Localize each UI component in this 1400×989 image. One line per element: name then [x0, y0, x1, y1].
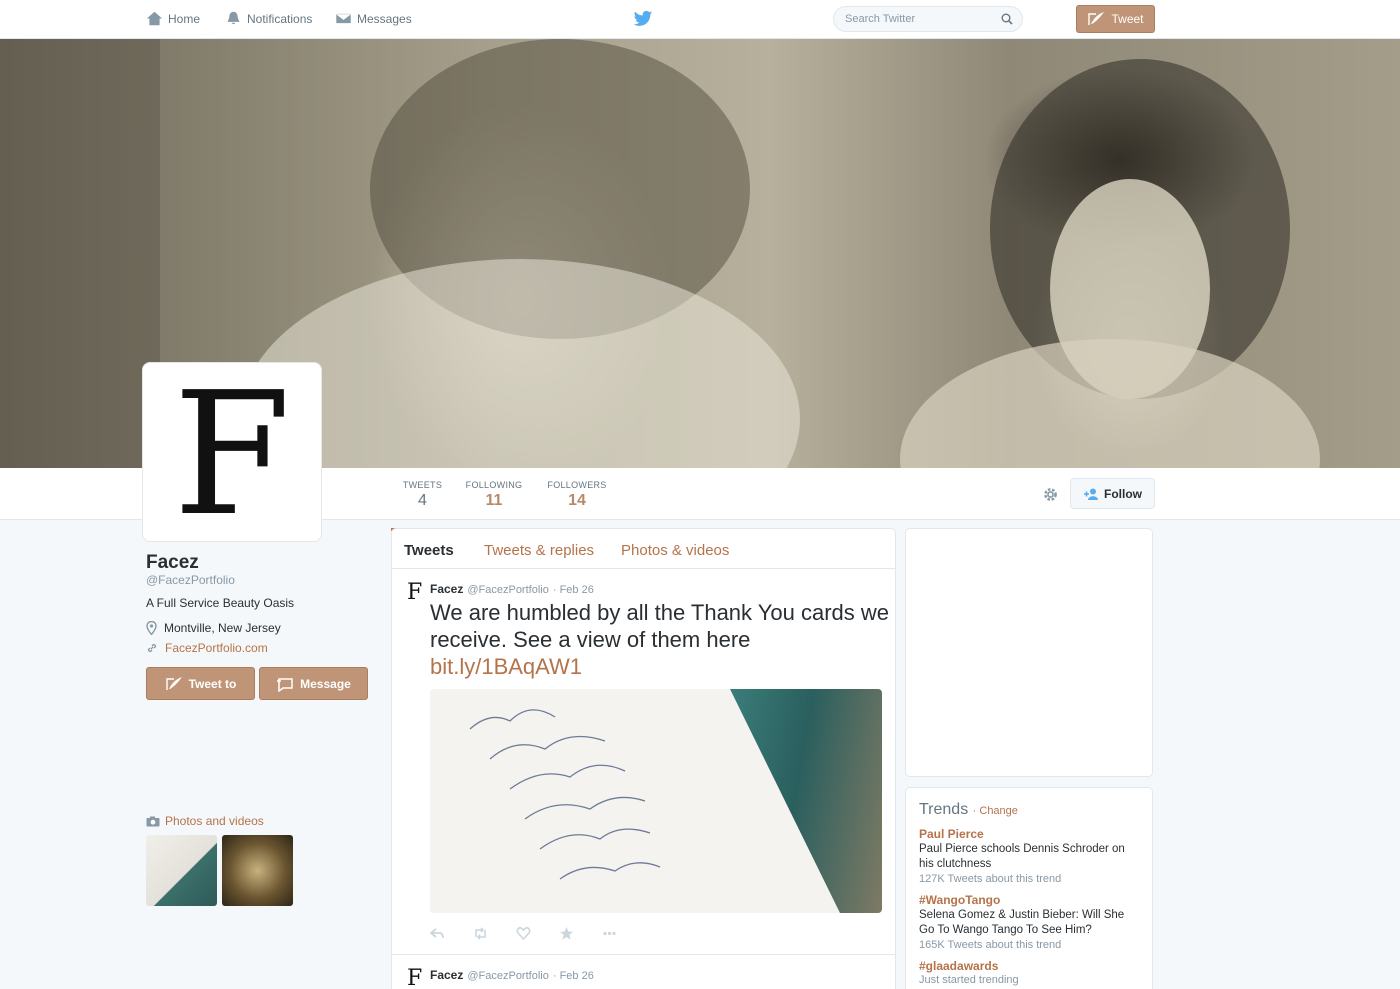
quill-icon [165, 676, 182, 690]
stat-tweets-label: TWEETS [402, 480, 443, 490]
avatar-letter: F [173, 356, 291, 554]
trend-description: Selena Gomez & Justin Bieber: Will She G… [919, 909, 1125, 936]
trend-item[interactable]: #WangoTango Selena Gomez & Justin Bieber… [919, 893, 1139, 951]
bell-icon [227, 11, 240, 25]
star-icon[interactable] [559, 926, 574, 941]
link-icon [147, 643, 157, 653]
envelope-icon [335, 12, 352, 25]
camera-icon [146, 816, 160, 826]
tweet-author-handle[interactable]: @FacezPortfolio [467, 584, 548, 596]
tweet-to-button[interactable]: Tweet to [146, 667, 255, 700]
tweet-avatar[interactable]: F [407, 968, 422, 989]
tweet-body: We are humbled by all the Thank You card… [430, 600, 890, 652]
message-icon [277, 677, 293, 692]
trend-name[interactable]: #glaadawards [919, 959, 1139, 973]
follow-button[interactable]: Follow [1070, 478, 1155, 509]
retweet-icon[interactable] [473, 926, 488, 941]
nav-home-label: Home [168, 11, 201, 26]
profile-bio: A Full Service Beauty Oasis [146, 596, 295, 610]
compose-tweet-label: Tweet [1111, 12, 1144, 26]
quill-icon [1088, 12, 1105, 25]
search-input[interactable]: Search Twitter [833, 6, 1023, 32]
tweet-link[interactable]: bit.ly/1BAqAW1 [430, 654, 582, 679]
tweet-author-name[interactable]: Facez [430, 582, 463, 596]
profile-location: Montville, New Jersey [146, 621, 281, 635]
reply-icon[interactable] [430, 926, 445, 941]
tweet[interactable]: F Facez @FacezPortfolio · Feb 26 [392, 955, 895, 989]
trends-widget: Trends · Change Paul Pierce Paul Pierce … [905, 787, 1153, 989]
photo-thumbnail[interactable] [146, 835, 217, 906]
tweet-to-label: Tweet to [188, 676, 237, 691]
nav-notifications[interactable]: Notifications [225, 10, 312, 27]
message-button[interactable]: Message [259, 667, 368, 700]
stat-following-value: 11 [485, 492, 503, 509]
tweet-author-handle[interactable]: @FacezPortfolio [467, 970, 548, 982]
tab-tweets-replies[interactable]: Tweets & replies [484, 542, 594, 559]
trends-change-link[interactable]: · Change [973, 805, 1018, 817]
profile-name[interactable]: Facez [146, 552, 199, 574]
tweet-text: We are humbled by all the Thank You card… [430, 599, 890, 680]
photos-videos-link[interactable]: Photos and videos [146, 814, 264, 828]
nav-messages[interactable]: Messages [335, 10, 412, 27]
stat-following[interactable]: FOLLOWING 11 [464, 480, 524, 510]
message-label: Message [300, 676, 351, 691]
trend-meta: Just started trending [919, 974, 1019, 986]
who-to-follow-widget [905, 528, 1153, 777]
trend-name[interactable]: Paul Pierce [919, 827, 1139, 841]
search-icon [1001, 13, 1013, 25]
follow-button-label: Follow [1104, 486, 1142, 501]
trend-description: Paul Pierce schools Dennis Schroder on h… [919, 843, 1125, 870]
trend-meta: 127K Tweets about this trend [919, 873, 1062, 885]
nav-notifications-label: Notifications [247, 11, 313, 26]
trends-title: Trends [919, 801, 969, 818]
profile-avatar[interactable]: F [142, 362, 322, 542]
stat-followers-label: FOLLOWERS [547, 480, 607, 490]
heart-icon[interactable] [516, 926, 531, 941]
trend-name[interactable]: #WangoTango [919, 893, 1139, 907]
stat-tweets-value: 4 [418, 492, 427, 509]
tweet[interactable]: F Facez @FacezPortfolio · Feb 26 We are … [392, 569, 895, 955]
home-icon [146, 11, 163, 26]
search-placeholder: Search Twitter [845, 13, 916, 25]
trend-meta: 165K Tweets about this trend [919, 939, 1062, 951]
timeline: Tweets Tweets & replies Photos & videos … [391, 528, 896, 989]
nav-home[interactable]: Home [146, 10, 200, 27]
tab-tweets[interactable]: Tweets [404, 542, 454, 559]
tweet-date[interactable]: · Feb 26 [553, 584, 594, 596]
tweet-photo[interactable] [430, 689, 882, 913]
twitter-bird-icon[interactable] [633, 10, 653, 28]
tweet-header: Facez @FacezPortfolio · Feb 26 [430, 968, 594, 982]
more-icon[interactable] [602, 926, 617, 941]
top-nav: Home Notifications Messages Search Twitt… [0, 0, 1400, 39]
photos-videos-label: Photos and videos [165, 814, 264, 828]
profile-url[interactable]: FacezPortfolio.com [146, 641, 268, 655]
profile-handle[interactable]: @FacezPortfolio [146, 573, 235, 587]
stat-following-label: FOLLOWING [465, 480, 523, 490]
tweet-header: Facez @FacezPortfolio · Feb 26 [430, 582, 594, 596]
timeline-tabs: Tweets Tweets & replies Photos & videos [392, 529, 895, 569]
photo-thumbnail[interactable] [222, 835, 293, 906]
tweet-date[interactable]: · Feb 26 [553, 970, 594, 982]
trends-header: Trends · Change [919, 801, 1139, 819]
stat-followers-value: 14 [568, 492, 586, 509]
trend-item[interactable]: Paul Pierce Paul Pierce schools Dennis S… [919, 827, 1139, 885]
add-user-icon [1084, 488, 1098, 500]
stat-tweets[interactable]: TWEETS 4 [391, 480, 454, 531]
profile-url-text[interactable]: FacezPortfolio.com [165, 641, 268, 655]
tweet-actions [430, 926, 617, 941]
profile-location-text: Montville, New Jersey [164, 621, 281, 635]
stat-followers[interactable]: FOLLOWERS 14 [546, 480, 608, 510]
tab-photos-videos[interactable]: Photos & videos [621, 542, 729, 559]
compose-tweet-button[interactable]: Tweet [1076, 5, 1155, 33]
gear-icon[interactable] [1042, 486, 1059, 503]
tweet-avatar[interactable]: F [407, 582, 422, 604]
trend-item[interactable]: #glaadawards Just started trending [919, 959, 1139, 986]
tweet-author-name[interactable]: Facez [430, 968, 463, 982]
nav-messages-label: Messages [357, 11, 412, 26]
location-pin-icon [146, 621, 157, 635]
